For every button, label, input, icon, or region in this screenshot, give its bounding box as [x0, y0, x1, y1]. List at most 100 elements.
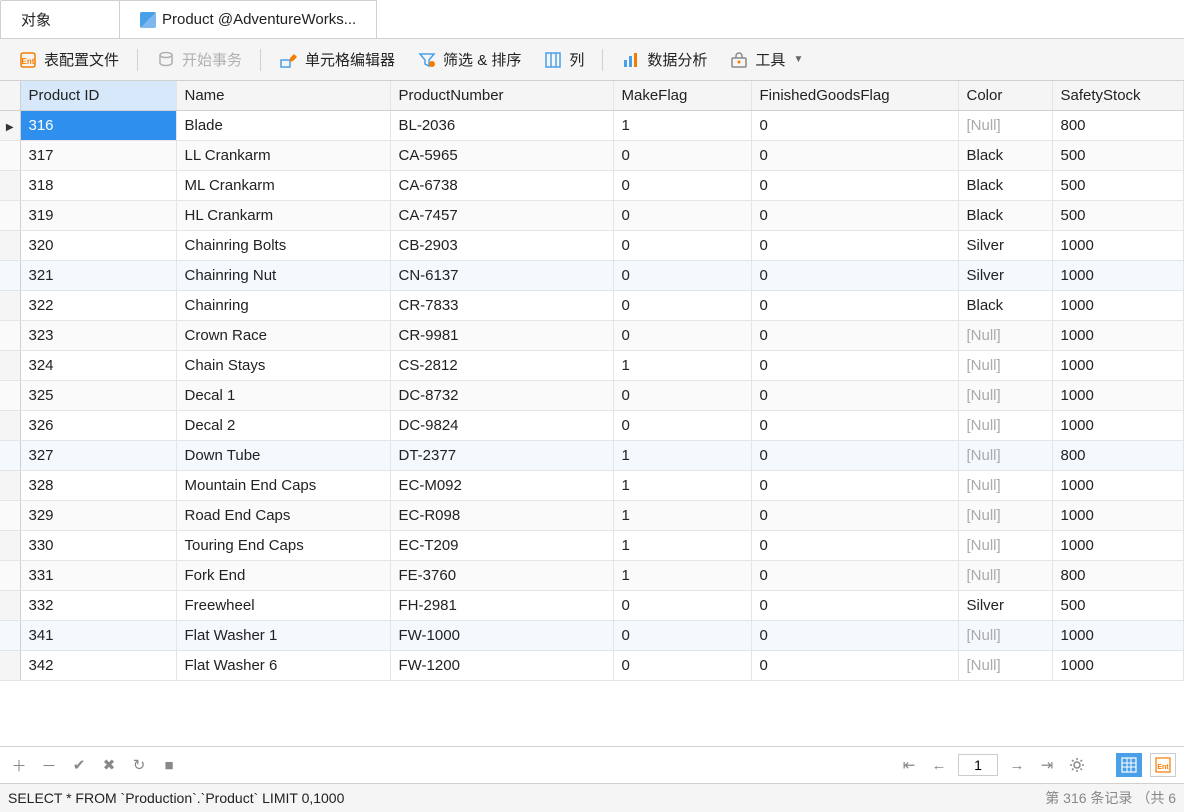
col-header[interactable]: FinishedGoodsFlag	[751, 81, 958, 111]
cell[interactable]: Black	[958, 201, 1052, 231]
cell[interactable]: 0	[751, 621, 958, 651]
table-row[interactable]: 317LL CrankarmCA-596500Black500	[0, 141, 1184, 171]
cell[interactable]: Chain Stays	[176, 351, 390, 381]
cell[interactable]: 0	[751, 231, 958, 261]
cell[interactable]: 1000	[1052, 651, 1184, 681]
cell[interactable]: [Null]	[958, 531, 1052, 561]
stop-button[interactable]: ■	[158, 754, 180, 776]
row-header[interactable]	[0, 411, 20, 441]
cell[interactable]: 0	[613, 141, 751, 171]
cell[interactable]: Silver	[958, 231, 1052, 261]
cell[interactable]: 0	[751, 381, 958, 411]
cell[interactable]: 0	[751, 651, 958, 681]
cell[interactable]: Down Tube	[176, 441, 390, 471]
cell[interactable]: 0	[751, 411, 958, 441]
table-row[interactable]: 319HL CrankarmCA-745700Black500	[0, 201, 1184, 231]
row-header[interactable]	[0, 231, 20, 261]
table-row[interactable]: 332FreewheelFH-298100Silver500	[0, 591, 1184, 621]
cell[interactable]: DC-9824	[390, 411, 613, 441]
cell[interactable]: FE-3760	[390, 561, 613, 591]
filter-sort-button[interactable]: 筛选 & 排序	[409, 45, 529, 74]
data-grid[interactable]: Product ID Name ProductNumber MakeFlag F…	[0, 81, 1184, 746]
table-row[interactable]: 329Road End CapsEC-R09810[Null]1000	[0, 501, 1184, 531]
cell[interactable]: 0	[613, 321, 751, 351]
cell[interactable]: 327	[20, 441, 176, 471]
cell[interactable]: 322	[20, 291, 176, 321]
cell[interactable]: Silver	[958, 591, 1052, 621]
cell[interactable]: 0	[751, 471, 958, 501]
settings-button[interactable]	[1066, 754, 1088, 776]
cell[interactable]: Flat Washer 1	[176, 621, 390, 651]
cell[interactable]: 1	[613, 471, 751, 501]
cell[interactable]: LL Crankarm	[176, 141, 390, 171]
cell[interactable]: Chainring Bolts	[176, 231, 390, 261]
cell[interactable]: 800	[1052, 441, 1184, 471]
cell[interactable]: 1000	[1052, 351, 1184, 381]
cell[interactable]: 0	[751, 291, 958, 321]
table-row[interactable]: 326Decal 2DC-982400[Null]1000	[0, 411, 1184, 441]
cell[interactable]: 1	[613, 441, 751, 471]
cell[interactable]: 1000	[1052, 291, 1184, 321]
cell[interactable]: Road End Caps	[176, 501, 390, 531]
add-row-button[interactable]: ＋	[8, 754, 30, 776]
cell[interactable]: [Null]	[958, 471, 1052, 501]
cell[interactable]: 341	[20, 621, 176, 651]
table-config-button[interactable]: Ent 表配置文件	[10, 45, 127, 74]
cell[interactable]: Black	[958, 141, 1052, 171]
cell[interactable]: 0	[751, 321, 958, 351]
cell[interactable]: FH-2981	[390, 591, 613, 621]
row-header[interactable]	[0, 651, 20, 681]
table-row[interactable]: 327Down TubeDT-237710[Null]800	[0, 441, 1184, 471]
col-header[interactable]: SafetyStock	[1052, 81, 1184, 111]
cell[interactable]: ML Crankarm	[176, 171, 390, 201]
cell[interactable]: Flat Washer 6	[176, 651, 390, 681]
cell[interactable]: 318	[20, 171, 176, 201]
cell[interactable]: DC-8732	[390, 381, 613, 411]
cell[interactable]: FW-1000	[390, 621, 613, 651]
cell[interactable]: [Null]	[958, 321, 1052, 351]
row-header[interactable]	[0, 141, 20, 171]
cell[interactable]: Mountain End Caps	[176, 471, 390, 501]
prev-page-button[interactable]: ←	[928, 754, 950, 776]
cell[interactable]: 0	[751, 441, 958, 471]
cell[interactable]: DT-2377	[390, 441, 613, 471]
col-header[interactable]: Product ID	[20, 81, 176, 111]
next-page-button[interactable]: →	[1006, 754, 1028, 776]
refresh-button[interactable]: ↻	[128, 754, 150, 776]
cell[interactable]: 1000	[1052, 321, 1184, 351]
cell[interactable]: 1	[613, 111, 751, 141]
row-header[interactable]	[0, 591, 20, 621]
cell[interactable]: CR-7833	[390, 291, 613, 321]
cell[interactable]: 1	[613, 351, 751, 381]
cell[interactable]: 0	[613, 621, 751, 651]
row-header[interactable]	[0, 291, 20, 321]
row-header[interactable]	[0, 351, 20, 381]
cell[interactable]: CA-5965	[390, 141, 613, 171]
col-header[interactable]: Color	[958, 81, 1052, 111]
cell[interactable]: 1	[613, 531, 751, 561]
cell[interactable]: Blade	[176, 111, 390, 141]
cell[interactable]: 1000	[1052, 471, 1184, 501]
cell[interactable]: 1000	[1052, 501, 1184, 531]
cell[interactable]: 1000	[1052, 621, 1184, 651]
table-row[interactable]: 328Mountain End CapsEC-M09210[Null]1000	[0, 471, 1184, 501]
data-analysis-button[interactable]: 数据分析	[613, 45, 715, 74]
cell[interactable]: 0	[751, 531, 958, 561]
cell[interactable]: 0	[613, 201, 751, 231]
cell[interactable]: Decal 1	[176, 381, 390, 411]
table-row[interactable]: 331Fork EndFE-376010[Null]800	[0, 561, 1184, 591]
columns-button[interactable]: 列	[535, 45, 592, 74]
row-header[interactable]	[0, 621, 20, 651]
cell[interactable]: 0	[751, 351, 958, 381]
cell[interactable]: 1	[613, 501, 751, 531]
cell[interactable]: 0	[751, 261, 958, 291]
cell[interactable]: 1	[613, 561, 751, 591]
cell[interactable]: [Null]	[958, 411, 1052, 441]
table-row[interactable]: 320Chainring BoltsCB-290300Silver1000	[0, 231, 1184, 261]
cell[interactable]: Chainring	[176, 291, 390, 321]
cell[interactable]: 500	[1052, 171, 1184, 201]
begin-transaction-button[interactable]: 开始事务	[148, 45, 250, 74]
row-header[interactable]	[0, 201, 20, 231]
cell[interactable]: 0	[751, 501, 958, 531]
cell[interactable]: 1000	[1052, 231, 1184, 261]
